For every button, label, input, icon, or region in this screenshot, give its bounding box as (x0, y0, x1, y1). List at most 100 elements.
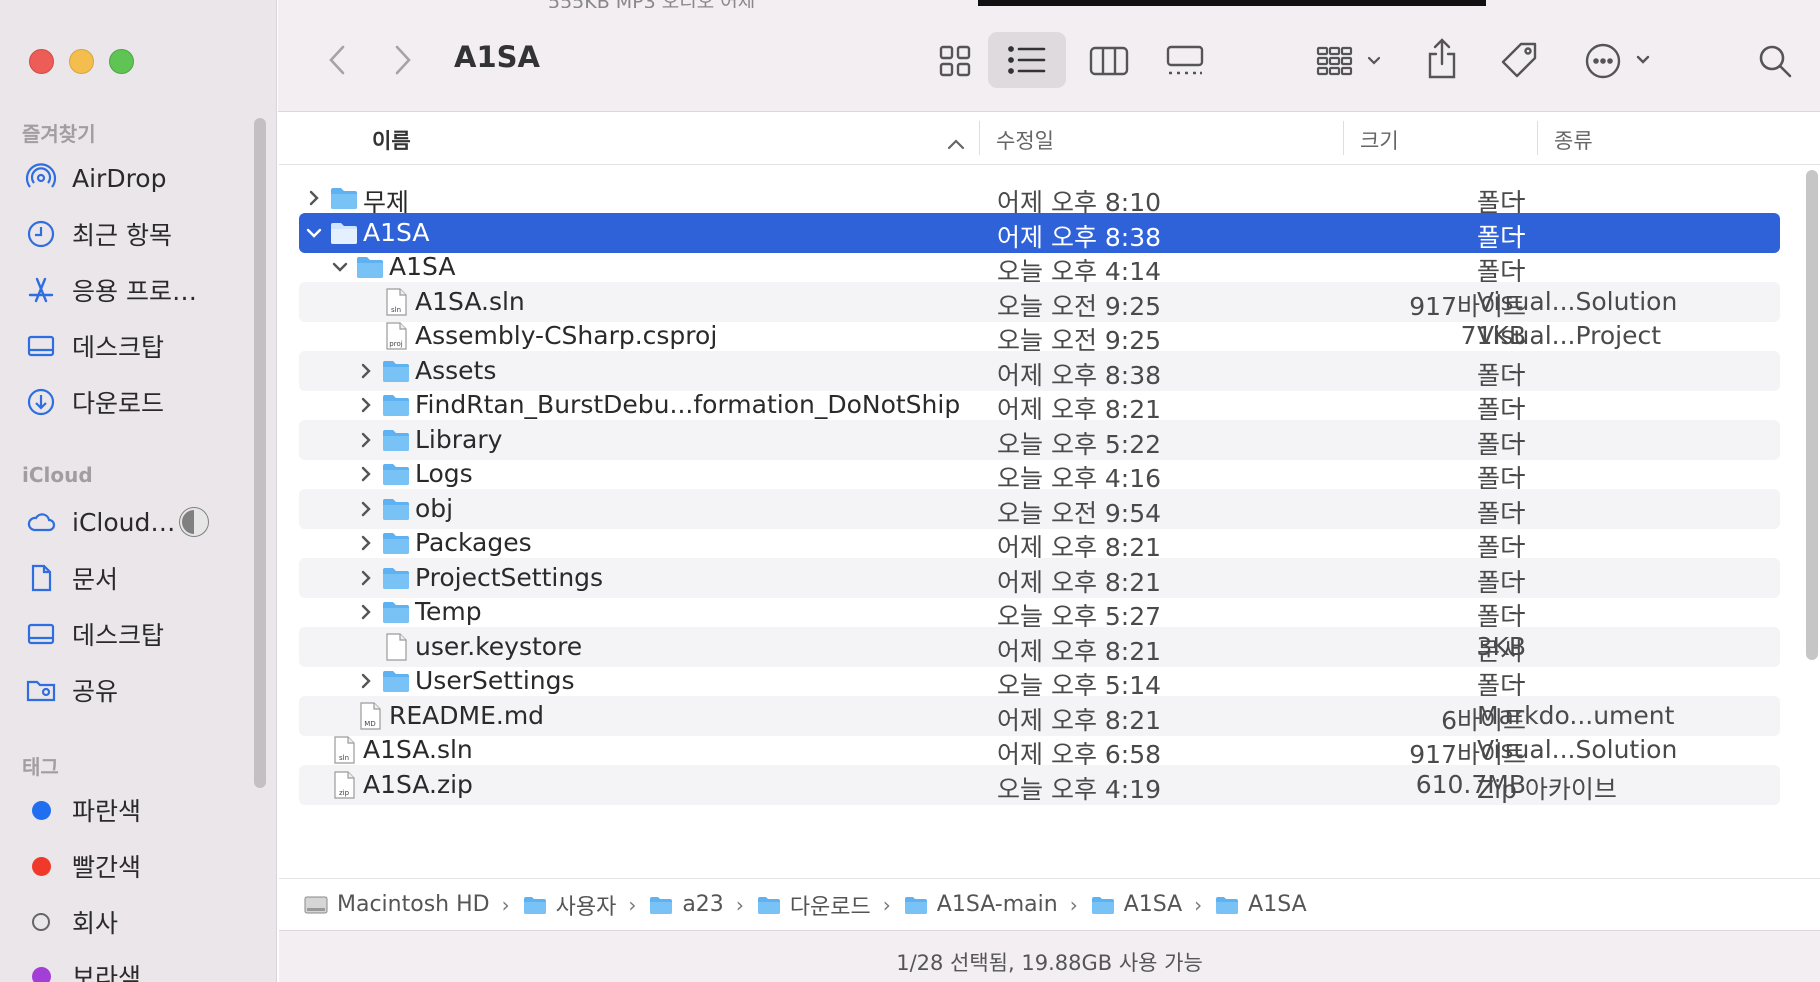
more-actions-button[interactable] (1578, 36, 1662, 86)
sidebar-item-label: iCloud… (72, 507, 176, 537)
column-kind-header[interactable]: 종류 (1554, 125, 1593, 155)
folder-icon (903, 894, 929, 916)
project-file-icon: proj (381, 321, 411, 351)
tag-button[interactable] (1494, 36, 1546, 86)
icloud-progress-icon (178, 506, 210, 538)
icloud-header: iCloud (22, 463, 93, 487)
search-button[interactable] (1750, 36, 1800, 86)
file-name: UserSettings (415, 666, 575, 695)
disclosure-collapsed-icon[interactable] (355, 531, 377, 555)
minimize-window-button[interactable] (69, 49, 94, 74)
breadcrumb-item[interactable]: A1SA (1214, 892, 1307, 917)
breadcrumb-item[interactable]: 사용자 › (522, 889, 649, 921)
breadcrumb-label: 다운로드 (789, 894, 871, 920)
share-button[interactable] (1418, 32, 1466, 86)
column-divider[interactable] (979, 121, 980, 155)
column-divider[interactable] (1537, 121, 1538, 155)
sidebar-item-label: 데스크탑 (72, 333, 165, 362)
breadcrumb-label: 사용자 (555, 894, 617, 920)
breadcrumb-label: A1SA (1123, 892, 1183, 917)
column-name-header[interactable]: 이름 (372, 125, 411, 155)
tag-icon (1501, 42, 1537, 78)
sidebar-tag-blue[interactable]: 파란색 (24, 790, 141, 830)
desktop-icon (24, 617, 58, 651)
zoom-window-button[interactable] (109, 49, 134, 74)
sort-ascending-icon[interactable] (947, 131, 965, 155)
folder-icon (329, 183, 359, 213)
disclosure-collapsed-icon[interactable] (355, 359, 377, 383)
sidebar-item-airdrop[interactable]: AirDrop (24, 158, 166, 198)
breadcrumb-item[interactable]: A1SA-main › (903, 892, 1090, 917)
sidebar-tag-work[interactable]: 회사 (24, 902, 118, 942)
column-divider[interactable] (1343, 121, 1344, 155)
disclosure-collapsed-icon[interactable] (355, 600, 377, 624)
breadcrumb-item[interactable]: a23 › (648, 892, 755, 917)
sidebar-item-recents[interactable]: 최근 항목 (24, 214, 172, 254)
airdrop-icon (24, 161, 58, 195)
sidebar-item-icloud-desktop[interactable]: 데스크탑 (24, 614, 164, 654)
sidebar-tag-purple[interactable]: 보라색 (24, 956, 141, 982)
disclosure-collapsed-icon[interactable] (355, 497, 377, 521)
sidebar-item-label: 최근 항목 (72, 221, 172, 250)
column-date-header[interactable]: 수정일 (996, 125, 1054, 155)
sidebar-item-label: 빨간색 (72, 853, 142, 882)
download-icon (24, 385, 58, 419)
cloud-icon (24, 505, 58, 539)
icon-view-button[interactable] (928, 38, 982, 84)
disclosure-expanded-icon[interactable] (303, 221, 325, 245)
breadcrumb-item[interactable]: A1SA › (1090, 892, 1214, 917)
sidebar: 즐겨찾기 AirDrop 최근 항목 응용 프로… 데스크탑 다운로드 iClo… (0, 0, 277, 982)
disclosure-collapsed-icon[interactable] (355, 393, 377, 417)
breadcrumb-separator-icon: › (1194, 892, 1203, 917)
shared-folder-icon (24, 673, 58, 707)
list-view-button[interactable] (988, 32, 1066, 88)
file-kind: Visual...Solution (1477, 286, 1678, 316)
home-folder-icon (648, 894, 674, 916)
sidebar-item-downloads[interactable]: 다운로드 (24, 382, 164, 422)
column-size-header[interactable]: 크기 (1360, 125, 1399, 155)
disclosure-collapsed-icon[interactable] (303, 186, 325, 210)
breadcrumb-label: Macintosh HD (337, 892, 490, 917)
disclosure-collapsed-icon[interactable] (355, 669, 377, 693)
sidebar-item-label: 파란색 (72, 797, 142, 826)
folder-icon (381, 597, 411, 627)
sidebar-item-label: 문서 (72, 565, 119, 594)
folder-icon (381, 666, 411, 696)
sidebar-item-shared[interactable]: 공유 (24, 670, 118, 710)
hard-drive-icon (303, 894, 329, 916)
sidebar-tag-red[interactable]: 빨간색 (24, 846, 141, 886)
sidebar-item-applications[interactable]: 응용 프로… (24, 270, 197, 310)
file-list-scrollbar[interactable] (1806, 170, 1818, 660)
table-row[interactable]: zip A1SA.zip 오늘 오후 4:19 610.7MB Zip 아카이브 (299, 764, 1780, 805)
breadcrumb-item[interactable]: 다운로드 › (756, 889, 903, 921)
disclosure-collapsed-icon[interactable] (355, 566, 377, 590)
columns-icon (1089, 46, 1129, 76)
downloads-folder-icon (756, 894, 782, 916)
sidebar-scrollbar[interactable] (254, 118, 266, 788)
sidebar-item-desktop[interactable]: 데스크탑 (24, 326, 164, 366)
file-name: user.keystore (415, 631, 583, 661)
column-view-button[interactable] (1082, 38, 1136, 84)
back-button[interactable] (320, 40, 354, 80)
window-controls (29, 49, 134, 74)
breadcrumb-separator-icon: › (628, 892, 637, 917)
forward-button[interactable] (386, 40, 420, 80)
disclosure-collapsed-icon[interactable] (355, 462, 377, 486)
svg-text:proj: proj (389, 340, 402, 348)
file-name: A1SA.sln (415, 286, 525, 316)
sidebar-item-label: 회사 (72, 909, 119, 938)
disclosure-expanded-icon[interactable] (329, 255, 351, 279)
sidebar-item-label: 보라색 (72, 963, 142, 982)
file-name: Assembly-CSharp.csproj (415, 321, 718, 350)
breadcrumb-separator-icon: › (1069, 892, 1078, 917)
file-name: Assets (415, 355, 497, 385)
breadcrumb-item[interactable]: Macintosh HD › (303, 892, 522, 917)
group-by-button[interactable] (1308, 36, 1392, 86)
purple-tag-dot (31, 966, 51, 982)
gallery-view-button[interactable] (1158, 38, 1212, 84)
background-window-text: 555KB MP3 오디오 어제 (548, 0, 755, 8)
disclosure-collapsed-icon[interactable] (355, 428, 377, 452)
svg-text:sln: sln (339, 754, 349, 762)
close-window-button[interactable] (29, 49, 54, 74)
sidebar-item-documents[interactable]: 문서 (24, 558, 118, 598)
